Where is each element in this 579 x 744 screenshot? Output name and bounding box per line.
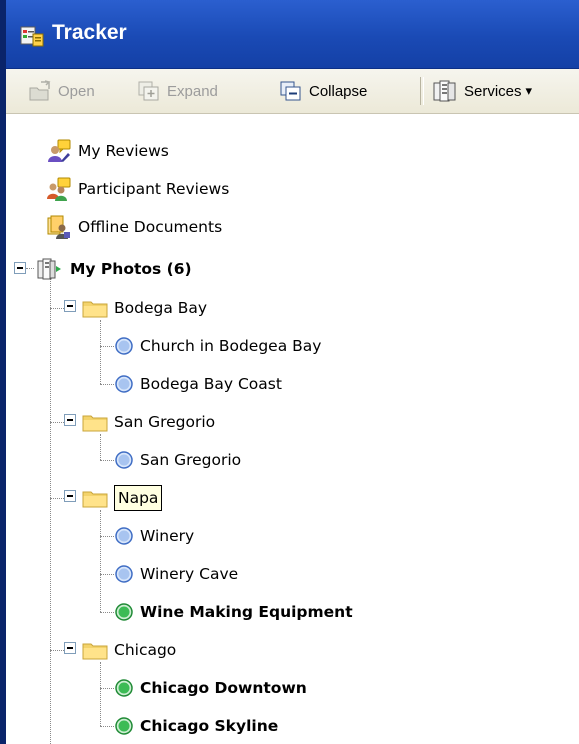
tree-line [50,422,64,423]
collapse-toggle-folder[interactable] [64,300,76,312]
tree-item-label: My Photos (6) [70,260,192,278]
title-bar: Tracker [6,0,579,69]
my-reviews-icon [48,139,71,162]
list-item[interactable]: Winery Cave [114,555,238,593]
list-item[interactable]: Church in Bodegea Bay [114,327,321,365]
list-item-label: Chicago Downtown [140,679,307,697]
tree-line [100,536,114,537]
tree-line [50,650,64,651]
toolbar-separator [420,77,424,105]
collapse-toggle-folder[interactable] [64,490,76,502]
tree-line [100,346,114,347]
tracker-window: Tracker Open Expand Collapse Services ▾ … [0,0,579,744]
list-item[interactable]: Winery [114,517,194,555]
list-item-label: Church in Bodegea Bay [140,337,322,355]
collapse-icon [280,81,301,101]
list-item[interactable]: Chicago Skyline [114,707,278,744]
list-item-label: San Gregorio [140,451,242,469]
tracker-icon [20,26,44,47]
collapse-label: Collapse [309,82,368,100]
chevron-down-icon: ▾ [525,83,533,98]
tree-line [100,612,114,613]
folder-chicago[interactable]: Chicago [82,631,176,669]
folder-label: San Gregorio [114,413,216,431]
list-item-label: Bodega Bay Coast [140,375,282,393]
unread-status-icon [115,603,133,621]
unread-status-icon [115,679,133,697]
folder-napa[interactable]: Napa [82,479,163,517]
tree-line [100,320,101,384]
tree-line [100,510,101,612]
tree-line [100,384,114,385]
tree-line [50,276,51,744]
folder-icon [82,301,108,318]
list-item[interactable]: Bodega Bay Coast [114,365,282,403]
tree-line [50,498,64,499]
tree-line [100,460,114,461]
toolbar: Open Expand Collapse Services ▾ [6,69,579,114]
folder-label: Napa [114,485,163,511]
list-item[interactable]: San Gregorio [114,441,241,479]
tree-item-label: My Reviews [78,142,169,160]
tree-line [26,268,34,269]
list-item-label: Wine Making Equipment [140,603,353,621]
expand-label: Expand [167,82,218,100]
services-label: Services [464,82,522,100]
tree-line [100,726,114,727]
tracker-tree: My Reviews Participant Reviews Offline D… [6,114,579,744]
collapse-button[interactable]: Collapse [279,69,367,113]
window-title: Tracker [52,21,127,44]
list-item-label: Winery [140,527,195,545]
read-status-icon [115,527,133,545]
list-item[interactable]: Chicago Downtown [114,669,307,707]
offline-documents-icon [47,215,70,239]
read-status-icon [115,565,133,583]
services-icon [433,80,456,102]
participant-reviews-icon [47,177,71,201]
tree-item-label: Offline Documents [78,218,223,236]
read-status-icon [115,337,133,355]
expand-icon [138,81,159,101]
open-label: Open [58,82,95,100]
tree-item-offline-documents[interactable]: Offline Documents [46,208,222,246]
folder-label: Bodega Bay [114,299,208,317]
folder-bodega-bay[interactable]: Bodega Bay [82,289,207,327]
tree-line [100,574,114,575]
folder-san-gregorio[interactable]: San Gregorio [82,403,215,441]
list-item-label: Chicago Skyline [140,717,279,735]
read-status-icon [115,451,133,469]
folder-icon [82,643,108,660]
expand-button[interactable]: Expand [137,69,218,113]
tree-item-my-photos[interactable]: My Photos (6) [34,250,192,288]
server-icon [37,258,61,280]
list-item-label: Winery Cave [140,565,239,583]
tree-item-my-reviews[interactable]: My Reviews [46,132,169,170]
unread-status-icon [115,717,133,735]
tree-line [50,308,64,309]
list-item[interactable]: Wine Making Equipment [114,593,353,631]
tree-item-participant-reviews[interactable]: Participant Reviews [46,170,229,208]
open-icon [29,80,51,101]
collapse-toggle-folder[interactable] [64,642,76,654]
collapse-toggle-my-photos[interactable] [14,262,26,274]
tree-item-label: Participant Reviews [78,180,230,198]
folder-label: Chicago [114,641,177,659]
read-status-icon [115,375,133,393]
services-dropdown[interactable]: Services ▾ [432,69,532,113]
tree-line [100,662,101,726]
open-button[interactable]: Open [28,69,95,113]
folder-icon [82,415,108,432]
collapse-toggle-folder[interactable] [64,414,76,426]
folder-icon [82,491,108,508]
window-left-border [0,0,6,744]
tree-line [100,688,114,689]
